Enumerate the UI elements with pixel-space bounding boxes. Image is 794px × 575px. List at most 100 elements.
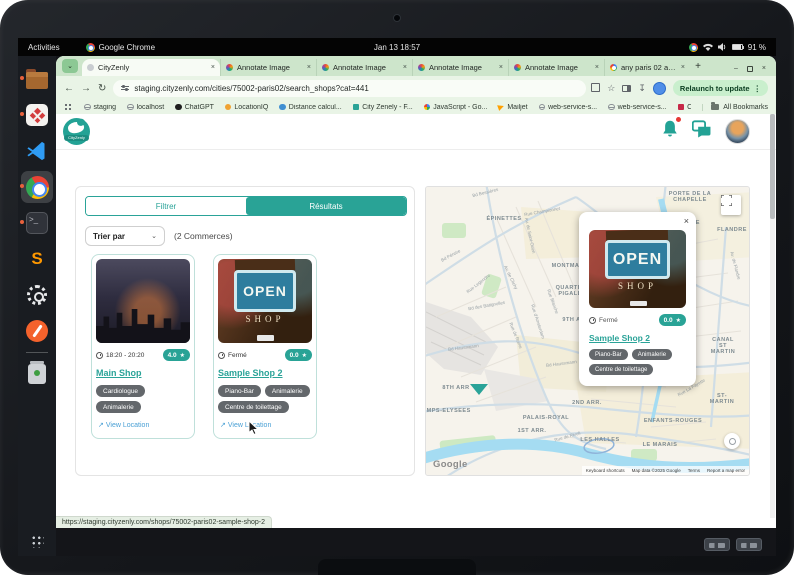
- tab-search-button[interactable]: ⌄: [62, 59, 78, 73]
- map-district-label: LES HALLES: [580, 437, 620, 443]
- scrollbar-thumb[interactable]: [770, 114, 775, 219]
- map-recenter-button[interactable]: [724, 433, 740, 449]
- tab-filtrer[interactable]: Filtrer: [86, 197, 246, 215]
- sort-select[interactable]: Trier par ⌄: [85, 226, 165, 246]
- bookmark-item[interactable]: staging: [84, 104, 116, 111]
- forward-button[interactable]: →: [81, 83, 91, 94]
- focused-app[interactable]: Google Chrome: [85, 42, 155, 52]
- dock-item-sublime-icon[interactable]: S: [21, 243, 53, 275]
- close-window-button[interactable]: ×: [762, 65, 766, 72]
- dock-item-settings-icon[interactable]: [21, 279, 53, 311]
- downloads-icon[interactable]: ↧: [638, 83, 646, 94]
- url-bar[interactable]: staging.cityzenly.com/cities/75002-paris…: [113, 79, 587, 97]
- notifications-bell-icon[interactable]: [661, 116, 682, 144]
- tab-title: Annotate Image: [525, 63, 578, 72]
- view-location-link[interactable]: ↗ View Location: [220, 421, 271, 430]
- side-panel-icon[interactable]: [622, 84, 632, 92]
- map[interactable]: PORTE DE LA CHAPELLELA CHAPELLEFLANDREÉP…: [425, 186, 750, 476]
- arrow-up-right-icon: ↗: [220, 422, 226, 429]
- bookmark-item[interactable]: JavaScript - Go...: [423, 104, 487, 111]
- tab-close-icon[interactable]: ×: [403, 64, 407, 71]
- attribution-link[interactable]: Report a map error: [707, 468, 745, 473]
- map-marker-tip[interactable]: [470, 384, 488, 395]
- activities-button[interactable]: Activities: [28, 43, 60, 52]
- url-text: staging.cityzenly.com/cities/75002-paris…: [134, 83, 369, 93]
- kebab-menu-icon[interactable]: ⋮: [754, 84, 762, 93]
- chat-icon[interactable]: [691, 120, 712, 143]
- attribution-link[interactable]: Terms: [688, 468, 700, 473]
- all-bookmarks-button[interactable]: All Bookmarks: [702, 102, 768, 111]
- shop-card[interactable]: 18:20 - 20:20 4.0 ★ Main Shop Cardiologue…: [91, 254, 195, 439]
- popup-shop-link[interactable]: Sample Shop 2: [589, 333, 686, 343]
- profile-avatar[interactable]: [652, 81, 666, 95]
- site-controls-icon[interactable]: [121, 84, 130, 92]
- shop-title-link[interactable]: Sample Shop 2: [218, 368, 312, 378]
- system-tray[interactable]: 91 %: [688, 42, 766, 52]
- dock-item-chrome-icon[interactable]: [20, 171, 53, 203]
- map-district-label: ÉPINETTES: [486, 216, 522, 222]
- page-scrollbar[interactable]: [770, 114, 775, 518]
- map-district-label: 8TH ARR: [442, 385, 470, 391]
- dock-item-pen-icon[interactable]: [21, 315, 53, 347]
- bookmark-item[interactable]: Connexion - In...: [677, 104, 691, 111]
- bookmark-item[interactable]: web-service-s...: [538, 104, 597, 111]
- clock[interactable]: Jan 13 18:57: [374, 43, 420, 52]
- tab-close-icon[interactable]: ×: [595, 64, 599, 71]
- tab-resultats[interactable]: Résultats: [246, 197, 406, 215]
- browser-tab[interactable]: any paris 02 address - G ×: [604, 59, 690, 76]
- maximize-button[interactable]: [746, 65, 753, 72]
- minimize-button[interactable]: –: [734, 65, 738, 72]
- browser-tab[interactable]: Annotate Image ×: [508, 59, 604, 76]
- logo-bird-icon: [67, 120, 85, 135]
- bookmark-item[interactable]: localhost: [127, 104, 164, 111]
- bookmark-item[interactable]: City Zenely - F...: [352, 103, 413, 111]
- popup-close-icon[interactable]: ×: [684, 216, 689, 226]
- dock-item-design-app-icon[interactable]: [20, 99, 53, 131]
- folder-icon: [711, 102, 720, 110]
- attribution-link[interactable]: Keyboard shortcuts: [586, 468, 625, 473]
- browser-tab[interactable]: Annotate Image ×: [220, 59, 316, 76]
- bookmark-favicon: [352, 103, 360, 111]
- dock: >_ S: [18, 56, 56, 556]
- browser-tab[interactable]: CityZenly ×: [82, 59, 220, 76]
- attribution-link[interactable]: Map data ©2025 Google: [632, 468, 681, 473]
- reload-button[interactable]: ↻: [98, 83, 106, 94]
- bookmark-item[interactable]: web-service-s...: [608, 104, 667, 111]
- osk-hide-button[interactable]: [736, 538, 762, 551]
- dock-item-terminal-icon[interactable]: >_: [20, 207, 53, 239]
- fullscreen-button[interactable]: [721, 195, 741, 215]
- translate-icon[interactable]: [591, 82, 601, 92]
- apps-grid-icon[interactable]: [64, 102, 73, 112]
- bookmark-item[interactable]: LocationIQ: [224, 104, 268, 111]
- vscode-icon: [27, 141, 45, 161]
- star-icon: ★: [675, 317, 681, 324]
- tab-strip: ⌄ CityZenly × Annotate Image × Annotate Imag…: [56, 56, 776, 76]
- osk-keyboard-button[interactable]: [704, 538, 730, 551]
- back-button[interactable]: ←: [64, 83, 74, 94]
- relaunch-button[interactable]: Relaunch to update ⋮: [672, 80, 768, 96]
- shop-tag: Centre de toilettage: [589, 364, 654, 375]
- new-tab-button[interactable]: +: [690, 58, 706, 74]
- bookmark-item[interactable]: Mailjet: [497, 103, 528, 111]
- shop-card[interactable]: OPEN SHOP Fermé 0.0 ★ Sample Shop 2 Piano-…: [213, 254, 317, 439]
- bookmark-label: Mailjet: [507, 103, 528, 111]
- dock-item-files-icon[interactable]: [20, 63, 53, 95]
- view-location-link[interactable]: ↗ View Location: [98, 421, 149, 430]
- cityzenly-logo[interactable]: CityZenly: [63, 118, 90, 145]
- bookmark-item[interactable]: Distance calcul...: [279, 104, 342, 111]
- dock-item-trash-icon[interactable]: [21, 358, 53, 390]
- shop-title-link[interactable]: Main Shop: [96, 368, 190, 378]
- tab-close-icon[interactable]: ×: [499, 64, 503, 71]
- browser-tab[interactable]: Annotate Image ×: [316, 59, 412, 76]
- map-district-label: 1ST ARR.: [517, 428, 547, 434]
- browser-tab[interactable]: Annotate Image ×: [412, 59, 508, 76]
- show-applications-button[interactable]: [30, 535, 44, 548]
- tab-close-icon[interactable]: ×: [681, 64, 685, 71]
- tab-close-icon[interactable]: ×: [307, 64, 311, 71]
- bookmark-star-icon[interactable]: ☆: [607, 83, 615, 94]
- notification-badge: [675, 116, 682, 123]
- dock-item-vscode-icon[interactable]: [21, 135, 53, 167]
- user-avatar[interactable]: [725, 119, 750, 144]
- bookmark-item[interactable]: ChatGPT: [175, 104, 214, 111]
- tab-close-icon[interactable]: ×: [211, 64, 215, 71]
